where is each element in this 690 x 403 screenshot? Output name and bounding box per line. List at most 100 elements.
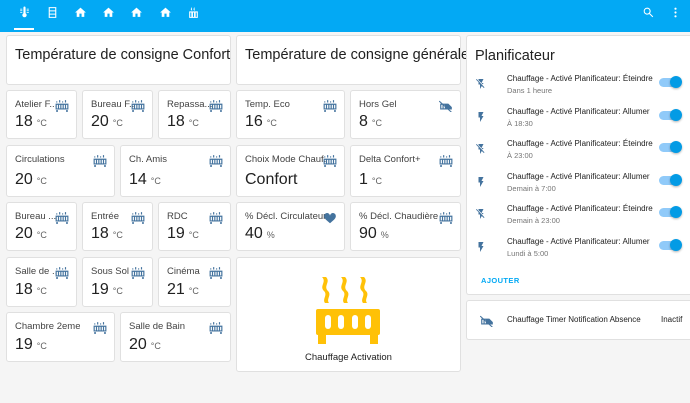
schedule-time: À 23:00	[507, 151, 533, 160]
entity-name: Cinéma	[167, 266, 200, 277]
tab-home[interactable]	[72, 6, 88, 24]
schedule-name: Chauffage - Activé Planificateur: Éteind…	[507, 139, 653, 148]
entity-value: 16 °C	[245, 113, 277, 131]
entity-unit: °C	[371, 176, 383, 186]
schedule-row[interactable]: Chauffage - Activé Planificateur: Éteind…	[467, 201, 689, 231]
schedule-toggle[interactable]	[659, 108, 682, 121]
entity-unit: °C	[36, 286, 47, 296]
confort-title: Température de consigne Confort	[15, 47, 231, 63]
schedule-time: Demain à 7:00	[507, 183, 556, 193]
schedule-toggle[interactable]	[659, 173, 682, 186]
entity-tile[interactable]: Cinéma 21 °C	[158, 257, 231, 307]
entity-tile[interactable]: Bureau ... 20 °C	[6, 202, 77, 251]
schedule-row[interactable]: Chauffage - Activé Planificateur: Éteind…	[467, 71, 689, 101]
tab-home-floor-2[interactable]	[128, 6, 144, 24]
search-button[interactable]	[640, 7, 656, 23]
schedule-row[interactable]: Chauffage - Activé Planificateur: Allume…	[467, 234, 689, 264]
confort-title-card: Température de consigne Confort	[6, 35, 231, 85]
entity-value-number: 14	[129, 171, 147, 188]
entity-value-number: 20	[91, 113, 109, 130]
entity-tile[interactable]: Ch. Amis 14 °C	[120, 145, 231, 197]
entity-value-number: 1	[359, 171, 368, 188]
schedule-row[interactable]: Chauffage - Activé Planificateur: Éteind…	[467, 136, 689, 166]
entity-value-number: Confort	[245, 171, 298, 188]
entity-name: Entrée	[91, 211, 119, 222]
entity-tile[interactable]: Salle de ... 18 °C	[6, 257, 77, 307]
tab-home-floor-3[interactable]	[157, 6, 173, 24]
entity-tile[interactable]: Bureau F... 20 °C	[82, 90, 153, 139]
entity-tile[interactable]: Salle de Bain 20 °C	[120, 312, 231, 362]
entity-tile[interactable]: Entrée 18 °C	[82, 202, 153, 251]
entity-value: 14 °C	[129, 171, 161, 189]
flash-icon	[475, 240, 487, 252]
radiator-icon	[439, 154, 453, 166]
schedule-time: À 18:30	[507, 118, 533, 128]
entity-name: Temp. Eco	[245, 99, 290, 110]
entity-value: 8 °C	[359, 113, 382, 131]
tab-radiator[interactable]	[44, 6, 60, 24]
chauffage-activation-button[interactable]: Chauffage Activation	[236, 257, 461, 372]
dots-vertical-icon	[669, 6, 682, 24]
entity-unit: °C	[188, 286, 199, 296]
schedule-row[interactable]: Chauffage - Activé Planificateur: Allume…	[467, 104, 689, 134]
entity-tile[interactable]: % Décl. Circulateur 40%	[236, 202, 345, 251]
schedule-toggle[interactable]	[659, 206, 682, 218]
entity-tile[interactable]: Circulations 20 °C	[6, 145, 115, 197]
entity-value: 20 °C	[15, 171, 47, 189]
entity-unit: °C	[150, 341, 161, 351]
overflow-menu-button[interactable]	[667, 7, 683, 23]
schedule-name: Chauffage - Activé Planificateur: Allume…	[507, 106, 650, 116]
entity-value: 20 °C	[129, 336, 161, 354]
app-toolbar	[0, 0, 690, 32]
tab-thermometer[interactable]	[16, 6, 32, 24]
entity-name: Sous Sol	[91, 266, 130, 277]
entity-tile[interactable]: Choix Mode Chauf... Confort	[236, 145, 345, 197]
entity-tile[interactable]: Atelier F... 18 °C	[6, 90, 77, 139]
timer-radiator-off-icon	[480, 314, 494, 326]
schedule-time: Demain à 23:00	[507, 216, 560, 225]
entity-unit: %	[266, 230, 275, 240]
entity-name: Salle de ...	[15, 266, 58, 277]
add-schedule-button[interactable]: AJOUTER	[481, 276, 520, 285]
generales-title: Température de consigne générales	[245, 47, 477, 63]
radiator-icon	[131, 99, 145, 111]
entity-name: Hors Gel	[359, 99, 397, 110]
entity-tile[interactable]: Repassa... 18 °C	[158, 90, 231, 139]
entity-value-number: 19	[91, 281, 109, 298]
radiator-icon	[209, 211, 223, 223]
radiator-icon	[55, 266, 69, 278]
entity-tile[interactable]: Chambre 2eme 19 °C	[6, 312, 115, 362]
planificateur-card: Planificateur Chauffage - Activé Planifi…	[466, 35, 690, 295]
schedule-toggle[interactable]	[659, 141, 682, 153]
entity-value: Confort	[245, 171, 301, 189]
entity-tile[interactable]: RDC 19 °C	[158, 202, 231, 251]
home-floor-2-icon	[130, 6, 143, 24]
schedule-toggle[interactable]	[659, 238, 682, 251]
radiator-icon	[93, 154, 107, 166]
entity-name: Choix Mode Chauf...	[245, 154, 326, 165]
radiator-icon	[55, 99, 69, 111]
entity-name: Circulations	[15, 154, 65, 165]
entity-unit: °C	[188, 118, 199, 128]
entity-value-number: 19	[167, 225, 185, 242]
entity-unit: °C	[112, 286, 123, 296]
home-floor-3-icon	[159, 6, 172, 24]
entity-value: 1 °C	[359, 171, 382, 189]
schedule-toggle[interactable]	[659, 76, 682, 88]
entity-tile[interactable]: Sous Sol 19 °C	[82, 257, 153, 307]
entity-name: Delta Confort+	[359, 154, 421, 165]
entity-value: 19 °C	[91, 281, 123, 299]
tab-heating[interactable]	[185, 6, 201, 24]
radiator-icon	[323, 99, 337, 111]
tab-home-floor-1[interactable]	[100, 6, 116, 24]
entity-unit: °C	[112, 118, 123, 128]
entity-tile[interactable]: Temp. Eco 16 °C	[236, 90, 345, 139]
schedule-row[interactable]: Chauffage - Activé Planificateur: Allume…	[467, 169, 689, 199]
entity-unit: °C	[36, 176, 47, 186]
entity-tile[interactable]: Hors Gel 8 °C	[350, 90, 461, 139]
entity-tile[interactable]: Delta Confort+ 1 °C	[350, 145, 461, 197]
entity-tile[interactable]: % Décl. Chaudière 90%	[350, 202, 461, 251]
search-icon	[642, 6, 655, 24]
home-floor-1-icon	[102, 6, 115, 24]
flash-off-icon	[475, 142, 487, 154]
